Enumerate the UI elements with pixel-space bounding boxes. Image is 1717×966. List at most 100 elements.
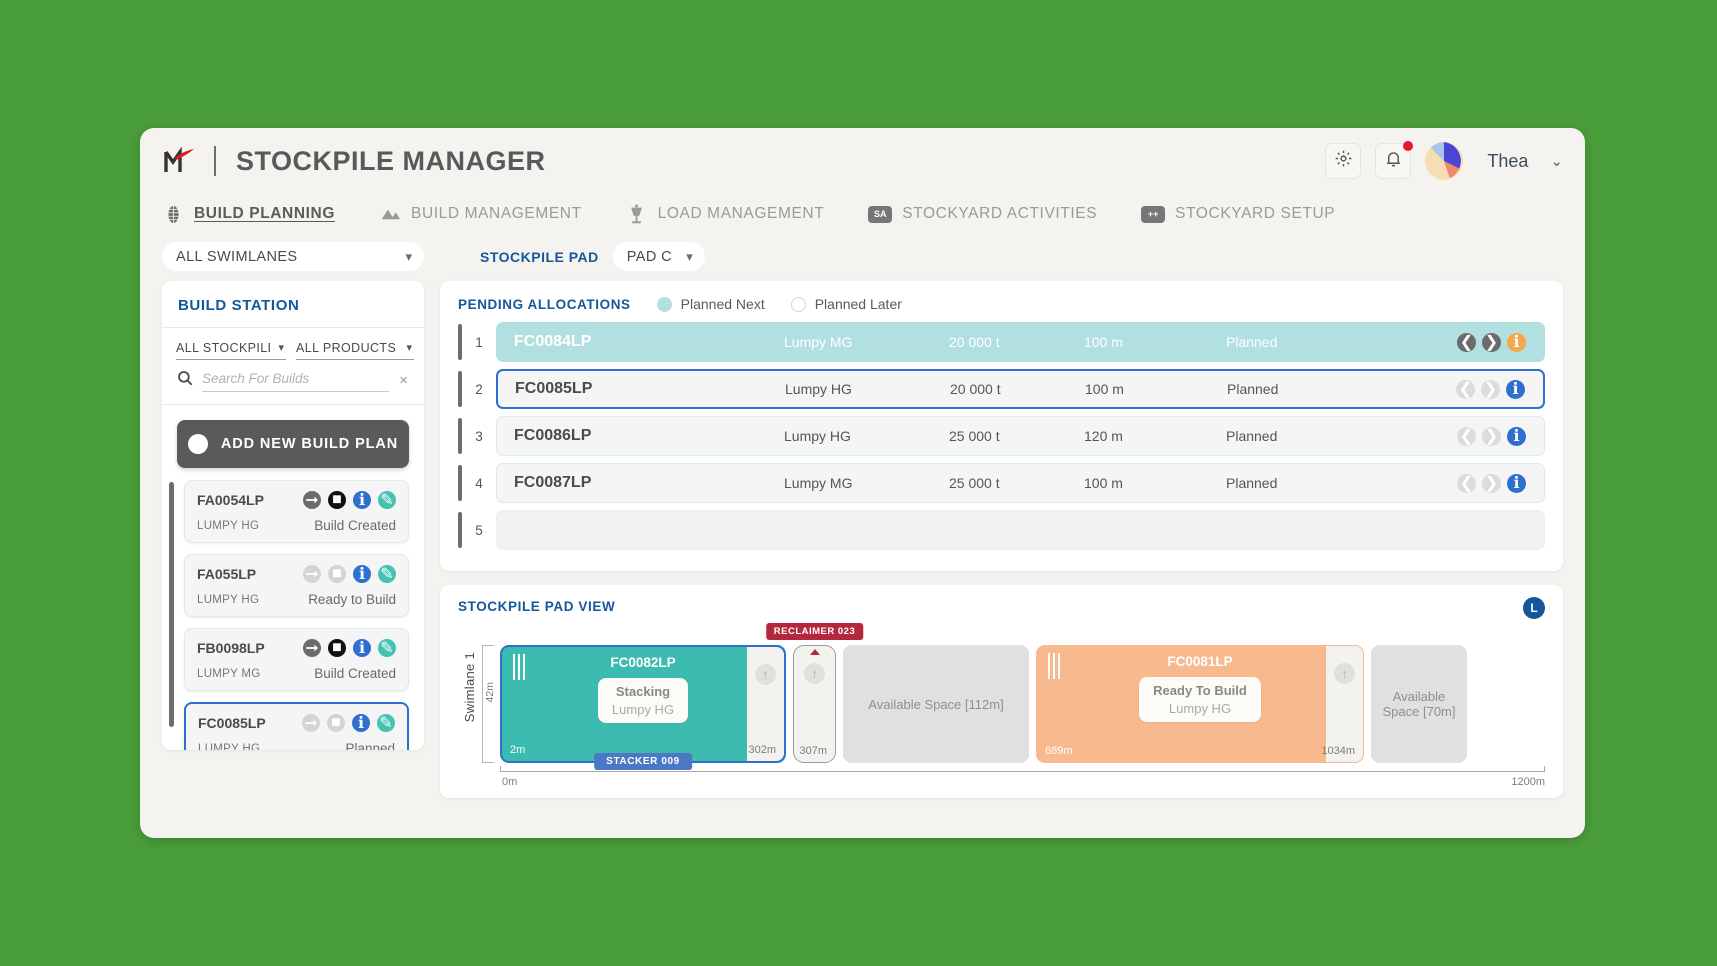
available-space-label: Available Space [70m] [1382,689,1456,719]
pad-filter-wrap: ALL STOCKPILE PAD ▾ [176,339,286,360]
edit-icon[interactable]: ✎ [377,714,395,732]
clear-search-icon[interactable]: × [397,372,410,389]
build-station-title: BUILD STATION [162,281,424,328]
axis-start-label: 0m [502,776,518,788]
allocation-id: FC0085LP [515,380,593,397]
card-bottom-row: LUMPY HG Ready to Build [197,592,396,607]
height-label: 42m [484,682,496,703]
user-name[interactable]: Thea [1487,151,1528,172]
info-icon[interactable]: ℹ [1507,473,1526,493]
list-item-selected[interactable]: FC0085LP ➞ ■ ℹ ✎ LUMPY HG Planned [184,702,409,750]
table-row[interactable]: 2 FC0085LP Lumpy HG 20 000 t 100 m Plann… [458,369,1545,409]
stockpile-block-fc0081lp[interactable]: FC0081LP Ready To Build Lumpy HG 689m ↑ … [1036,645,1364,763]
card-actions: ➞ ■ ℹ ✎ [303,491,396,509]
reclaimer-tag[interactable]: RECLAIMER 023 [765,623,864,640]
nav-stockyard-setup[interactable]: ++ STOCKYARD SETUP [1141,205,1335,223]
arrow-up-icon[interactable]: ↑ [755,664,776,685]
nav-build-planning[interactable]: BUILD PLANNING [162,203,335,225]
edit-icon[interactable]: ✎ [378,491,396,509]
move-back-icon: ❮ [1457,473,1476,493]
card-bottom-row: LUMPY HG Planned [198,741,395,750]
product-label: LUMPY HG [198,742,261,751]
start-build-icon: ➞ [303,565,321,583]
chevron-down-icon[interactable]: ⌄ [1550,152,1563,170]
plus-chip-icon: ++ [1141,205,1166,223]
length-cell: 100 m [1084,334,1123,350]
plus-icon: + [187,434,208,454]
product-filter-select[interactable]: ALL PRODUCTS [296,339,414,360]
info-icon[interactable]: ℹ [1507,332,1526,352]
info-icon[interactable]: ℹ [353,565,371,583]
move-down-icon: ❯ [1482,426,1501,446]
table-row[interactable]: 1 FC0084LP Lumpy MG 20 000 t 100 m Plann… [458,322,1545,362]
row-body[interactable]: FC0084LP Lumpy MG 20 000 t 100 m Planned… [496,322,1545,362]
stockpile-pad-select[interactable]: PAD C [612,242,705,271]
reclaimer-slot[interactable]: RECLAIMER 023 ↑ 307m [765,623,864,763]
table-row[interactable]: 3 FC0086LP Lumpy HG 25 000 t 120 m Plann… [458,416,1545,456]
stockpile-pad-filter-wrap: PAD C ▾ [612,242,705,271]
move-back-icon: ❮ [1457,426,1476,446]
move-back-icon[interactable]: ❮ [1457,332,1476,352]
row-number: 5 [475,522,483,538]
stop-build-icon[interactable]: ■ [328,491,346,509]
row-number: 1 [475,334,483,350]
list-item[interactable]: FA0054LP ➞ ■ ℹ ✎ LUMPY HG Build Created [184,480,409,543]
header-actions: Thea ⌄ [1325,141,1563,180]
swimlane-track: FC0082LP Stacking Lumpy HG 2m ↑ 302m STA… [500,623,1545,770]
available-space-70m[interactable]: Available Space [70m] [1371,645,1467,763]
info-icon[interactable]: ℹ [353,639,371,657]
info-icon[interactable]: ℹ [1506,379,1525,399]
nav-load-management[interactable]: LOAD MANAGEMENT [626,203,825,225]
edit-icon[interactable]: ✎ [378,639,396,657]
pad-filter-select[interactable]: ALL STOCKPILE PAD [176,339,286,360]
row-body[interactable]: FC0086LP Lumpy HG 25 000 t 120 m Planned… [496,416,1545,456]
row-body-selected[interactable]: FC0085LP Lumpy HG 20 000 t 100 m Planned… [496,369,1545,409]
swimlane-filter-wrap: ALL SWIMLANES ▾ [162,242,424,271]
list-item[interactable]: FB0098LP ➞ ■ ℹ ✎ LUMPY MG Build Created [184,628,409,691]
stockpile-name: FC0081LP [1167,654,1233,669]
avatar[interactable] [1425,142,1464,180]
stockpile-status-chip: Stacking Lumpy HG [597,678,689,723]
stockpile-state: Ready To Build [1153,683,1247,698]
list-item[interactable]: FA055LP ➞ ■ ℹ ✎ LUMPY HG Ready to Build [184,554,409,617]
stockpile-product: Lumpy HG [1168,701,1232,716]
card-top-row: FA0054LP ➞ ■ ℹ ✎ [197,491,396,509]
allocation-id: FC0086LP [514,427,592,444]
info-icon[interactable]: ℹ [352,714,370,732]
stockpile-block-fc0082lp[interactable]: FC0082LP Stacking Lumpy HG 2m ↑ 302m STA… [500,645,786,770]
stacker-tag[interactable]: STACKER 009 [594,753,692,770]
swimlane-label: Swimlane 1 [462,652,477,723]
build-list-scrollbar[interactable] [169,482,174,727]
notifications-button[interactable] [1375,141,1414,179]
pad-view-badge[interactable]: L [1523,597,1545,619]
edit-icon[interactable]: ✎ [378,565,396,583]
row-body-empty[interactable] [496,510,1545,550]
length-cell: 100 m [1085,381,1124,397]
arrow-up-icon[interactable]: ↑ [804,663,825,684]
build-id: FC0085LP [198,715,266,731]
swimlane-select[interactable]: ALL SWIMLANES [162,242,424,271]
legend-dot-icon [656,296,672,312]
move-back-icon: ❮ [1456,379,1475,399]
row-body[interactable]: FC0087LP Lumpy MG 25 000 t 100 m Planned… [496,463,1545,503]
move-down-icon[interactable]: ❯ [1482,332,1501,352]
arrow-up-icon[interactable]: ↑ [1334,663,1355,684]
search-input[interactable] [202,368,390,392]
end-metre-label: 1034m [1321,745,1355,757]
settings-button[interactable] [1325,143,1362,179]
available-space-112m[interactable]: Available Space [112m] [843,645,1029,763]
start-build-icon[interactable]: ➞ [303,491,321,509]
notification-badge [1403,141,1414,151]
stop-build-icon[interactable]: ■ [328,639,346,657]
info-icon[interactable]: ℹ [353,491,371,509]
nav-stockyard-activities[interactable]: SA STOCKYARD ACTIVITIES [868,205,1097,223]
info-icon[interactable]: ℹ [1507,426,1526,446]
tonnes-cell: 20 000 t [950,381,1001,397]
table-row[interactable]: 4 FC0087LP Lumpy MG 25 000 t 100 m Plann… [458,463,1545,503]
start-build-icon[interactable]: ➞ [303,639,321,657]
product-filter-wrap: ALL PRODUCTS ▾ [296,339,414,360]
nav-build-management[interactable]: BUILD MANAGEMENT [379,203,582,225]
add-new-build-plan-button[interactable]: + ADD NEW BUILD PLAN [177,420,409,468]
stockpile-pad-label: STOCKPILE PAD [480,248,599,265]
table-row[interactable]: 5 [458,510,1545,550]
